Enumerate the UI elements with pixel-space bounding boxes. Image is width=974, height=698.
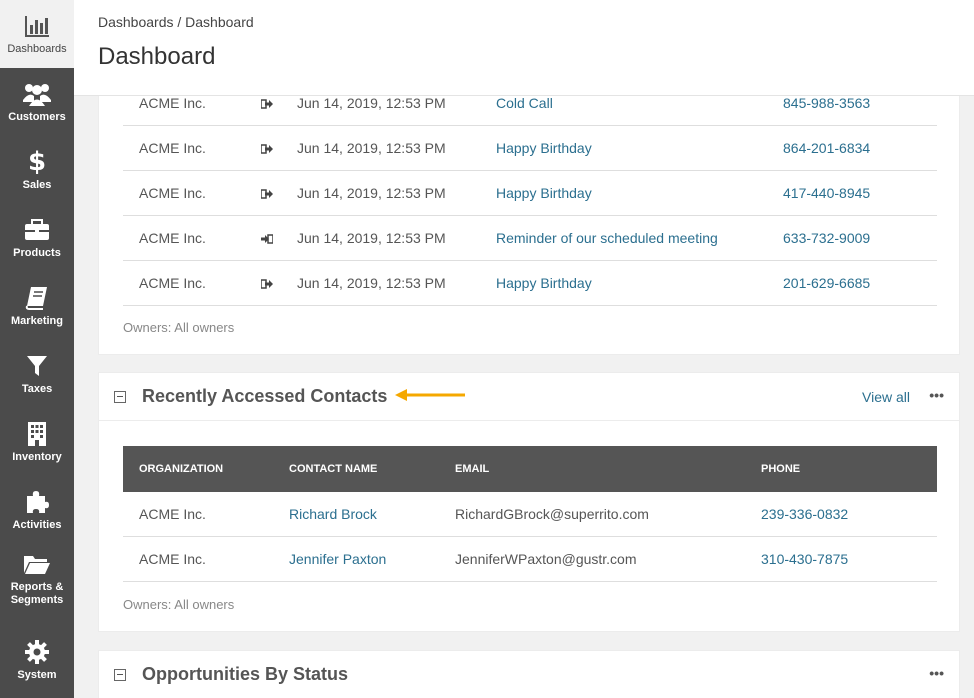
table-header: ORGANIZATION CONTACT NAME EMAIL PHONE	[123, 446, 937, 492]
dollar-icon: $	[27, 147, 47, 177]
owners-filter[interactable]: Owners: All owners	[123, 320, 234, 335]
sidebar-item-system[interactable]: System	[0, 626, 74, 694]
owners-filter[interactable]: Owners: All owners	[123, 597, 234, 612]
date-cell: Jun 14, 2019, 12:53 PM	[297, 275, 446, 291]
sidebar-item-dashboards[interactable]: Dashboards	[0, 0, 74, 68]
view-all-link[interactable]: View all	[862, 389, 910, 405]
funnel-icon	[23, 352, 51, 380]
subject-link[interactable]: Happy Birthday	[496, 126, 592, 171]
page-header: Dashboards / Dashboard Dashboard	[74, 0, 974, 96]
sidebar-item-label: System	[17, 669, 57, 681]
card-header: Recently Accessed Contacts View all •••	[99, 373, 959, 421]
book-icon	[23, 284, 51, 312]
page-title: Dashboard	[98, 43, 216, 70]
more-options-icon[interactable]: •••	[929, 665, 944, 681]
gear-icon	[23, 638, 51, 666]
breadcrumb[interactable]: Dashboards / Dashboard	[98, 14, 254, 30]
table-row[interactable]: ACME Inc. Jun 14, 2019, 12:53 PM Happy B…	[123, 171, 937, 216]
sidebar-item-label: Reports & Segments	[10, 580, 64, 606]
bar-chart-icon	[23, 12, 51, 40]
sidebar-item-activities[interactable]: Activities	[0, 476, 74, 544]
sidebar-item-label: Sales	[22, 179, 52, 191]
sidebar-item-label: Marketing	[11, 315, 63, 327]
organization-cell: ACME Inc.	[139, 140, 206, 156]
column-header[interactable]: CONTACT NAME	[289, 446, 377, 492]
email-cell: JenniferWPaxton@gustr.com	[455, 551, 637, 567]
subject-link[interactable]: Happy Birthday	[496, 261, 592, 306]
date-cell: Jun 14, 2019, 12:53 PM	[297, 230, 446, 246]
organization-cell: ACME Inc.	[139, 275, 206, 291]
phone-link[interactable]: 864-201-6834	[783, 126, 870, 171]
sidebar-item-label: Customers	[8, 111, 66, 123]
sidebar-item-label: Dashboards	[7, 43, 67, 55]
table-row[interactable]: ACME Inc. Jun 14, 2019, 12:53 PM Happy B…	[123, 261, 937, 306]
card-title: Opportunities By Status	[142, 664, 349, 684]
email-out-icon	[260, 171, 273, 216]
card-header: Opportunities By Status •••	[99, 651, 959, 698]
sidebar: Dashboards Customers $ Sales Products Ma…	[0, 0, 74, 698]
activities-card: ACME Inc. Jun 14, 2019, 12:53 PM Cold Ca…	[98, 60, 960, 355]
opportunities-card: Opportunities By Status •••	[98, 650, 960, 698]
sidebar-item-inventory[interactable]: Inventory	[0, 408, 74, 476]
table-row[interactable]: ACME Inc. Jun 14, 2019, 12:53 PM Reminde…	[123, 216, 937, 261]
phone-link[interactable]: 239-336-0832	[761, 492, 848, 537]
email-out-icon	[260, 126, 273, 171]
table-row[interactable]: ACME Inc. Jun 14, 2019, 12:53 PM Happy B…	[123, 126, 937, 171]
phone-link[interactable]: 417-440-8945	[783, 171, 870, 216]
puzzle-icon	[23, 488, 51, 516]
email-cell: RichardGBrock@superrito.com	[455, 506, 649, 522]
phone-link[interactable]: 201-629-6685	[783, 261, 870, 306]
recent-contacts-card: Recently Accessed Contacts View all ••• …	[98, 372, 960, 632]
collapse-icon[interactable]	[114, 669, 126, 681]
briefcase-icon	[23, 216, 51, 244]
sidebar-item-label: Inventory	[12, 451, 62, 463]
collapse-icon[interactable]	[114, 391, 126, 403]
card-title: Recently Accessed Contacts	[142, 386, 388, 406]
contact-name-link[interactable]: Richard Brock	[289, 492, 377, 537]
organization-cell: ACME Inc.	[139, 506, 206, 522]
subject-link[interactable]: Happy Birthday	[496, 171, 592, 216]
folder-icon	[23, 550, 51, 578]
organization-cell: ACME Inc.	[139, 230, 206, 246]
column-header[interactable]: PHONE	[761, 446, 800, 492]
phone-link[interactable]: 633-732-9009	[783, 216, 870, 261]
organization-cell: ACME Inc.	[139, 185, 206, 201]
table-row[interactable]: ACME Inc. Jennifer Paxton JenniferWPaxto…	[123, 537, 937, 582]
email-in-icon	[261, 216, 274, 261]
more-options-icon[interactable]: •••	[929, 387, 944, 403]
building-icon	[23, 420, 51, 448]
sidebar-item-label: Taxes	[21, 383, 53, 395]
sidebar-item-sales[interactable]: $ Sales	[0, 136, 74, 204]
column-header[interactable]: ORGANIZATION	[139, 446, 223, 492]
sidebar-item-reports-segments[interactable]: Reports & Segments	[0, 544, 74, 612]
date-cell: Jun 14, 2019, 12:53 PM	[297, 185, 446, 201]
organization-cell: ACME Inc.	[139, 551, 206, 567]
subject-link[interactable]: Reminder of our scheduled meeting	[496, 216, 718, 261]
sidebar-item-marketing[interactable]: Marketing	[0, 272, 74, 340]
sidebar-item-customers[interactable]: Customers	[0, 68, 74, 136]
sidebar-item-label: Products	[13, 247, 61, 259]
phone-link[interactable]: 310-430-7875	[761, 537, 848, 582]
annotation-arrow-icon	[395, 389, 465, 401]
sidebar-item-taxes[interactable]: Taxes	[0, 340, 74, 408]
table-row[interactable]: ACME Inc. Richard Brock RichardGBrock@su…	[123, 492, 937, 537]
email-out-icon	[260, 261, 273, 306]
sidebar-item-label: Activities	[12, 519, 62, 531]
users-icon	[23, 80, 51, 108]
date-cell: Jun 14, 2019, 12:53 PM	[297, 140, 446, 156]
contact-name-link[interactable]: Jennifer Paxton	[289, 537, 386, 582]
column-header[interactable]: EMAIL	[455, 446, 489, 492]
sidebar-item-products[interactable]: Products	[0, 204, 74, 272]
